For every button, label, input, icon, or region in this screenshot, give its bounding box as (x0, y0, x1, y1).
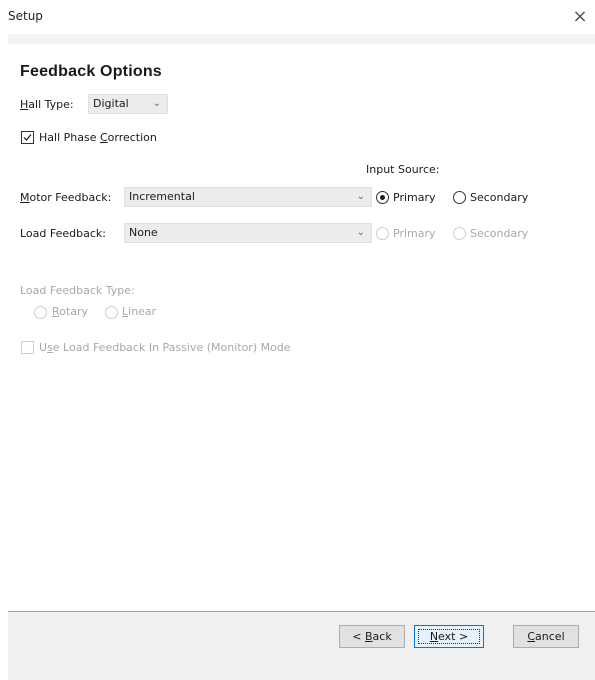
motor-feedback-label: Motor Feedback: (20, 191, 112, 204)
motor-source-secondary-label: Secondary (470, 191, 529, 204)
motor-source-primary-label: Primary (393, 191, 436, 204)
radio-selected-dot (380, 195, 385, 200)
load-source-secondary-radio[interactable] (453, 227, 466, 240)
button-bar: < Back Next > Cancel (8, 612, 595, 680)
linear-radio[interactable] (105, 306, 118, 319)
next-button[interactable]: Next > (414, 625, 484, 648)
load-source-primary-label: Primary (393, 227, 436, 240)
close-icon: × (572, 6, 588, 27)
focus-rectangle (418, 629, 480, 644)
hall-type-dropdown[interactable]: Digital ⌄ (88, 94, 168, 114)
passive-mode-checkbox[interactable] (21, 341, 34, 354)
rotary-radio[interactable] (34, 306, 47, 319)
setup-window: Setup × Feedback Options Hall Type: Digi… (0, 0, 595, 680)
load-feedback-label: Load Feedback: (20, 227, 106, 240)
window-title: Setup (8, 9, 43, 23)
load-feedback-type-label: Load Feedback Type: (20, 284, 135, 297)
back-button[interactable]: < Back (339, 625, 405, 648)
motor-source-secondary-radio[interactable] (453, 191, 466, 204)
load-feedback-dropdown[interactable]: None ⌄ (124, 223, 372, 243)
load-source-secondary-label: Secondary (470, 227, 529, 240)
rotary-label: Rotary (52, 305, 88, 318)
hall-phase-correction-label: Hall Phase Correction (39, 131, 157, 144)
motor-feedback-dropdown[interactable]: Incremental ⌄ (124, 187, 372, 207)
load-feedback-value: None (129, 226, 158, 239)
page-title: Feedback Options (20, 63, 162, 80)
cancel-button[interactable]: Cancel (513, 625, 579, 648)
motor-source-primary-radio[interactable] (376, 191, 389, 204)
title-bar: Setup × (0, 0, 595, 34)
hall-phase-correction-checkbox[interactable] (21, 131, 34, 144)
passive-mode-label: Use Load Feedback In Passive (Monitor) M… (39, 341, 291, 354)
load-source-primary-radio[interactable] (376, 227, 389, 240)
hall-type-value: Digital (93, 97, 129, 110)
chevron-down-icon: ⌄ (356, 191, 365, 202)
client-top-strip (8, 34, 595, 44)
check-icon (23, 134, 32, 141)
hall-type-label: Hall Type: (20, 98, 74, 111)
chevron-down-icon: ⌄ (356, 227, 365, 238)
input-source-header: Input Source: (366, 163, 440, 176)
linear-label: Linear (122, 305, 157, 318)
close-button[interactable]: × (569, 6, 591, 28)
client-area: Feedback Options Hall Type: Digital ⌄ Ha… (8, 34, 595, 612)
chevron-down-icon: ⌄ (152, 98, 161, 109)
motor-feedback-value: Incremental (129, 190, 195, 203)
